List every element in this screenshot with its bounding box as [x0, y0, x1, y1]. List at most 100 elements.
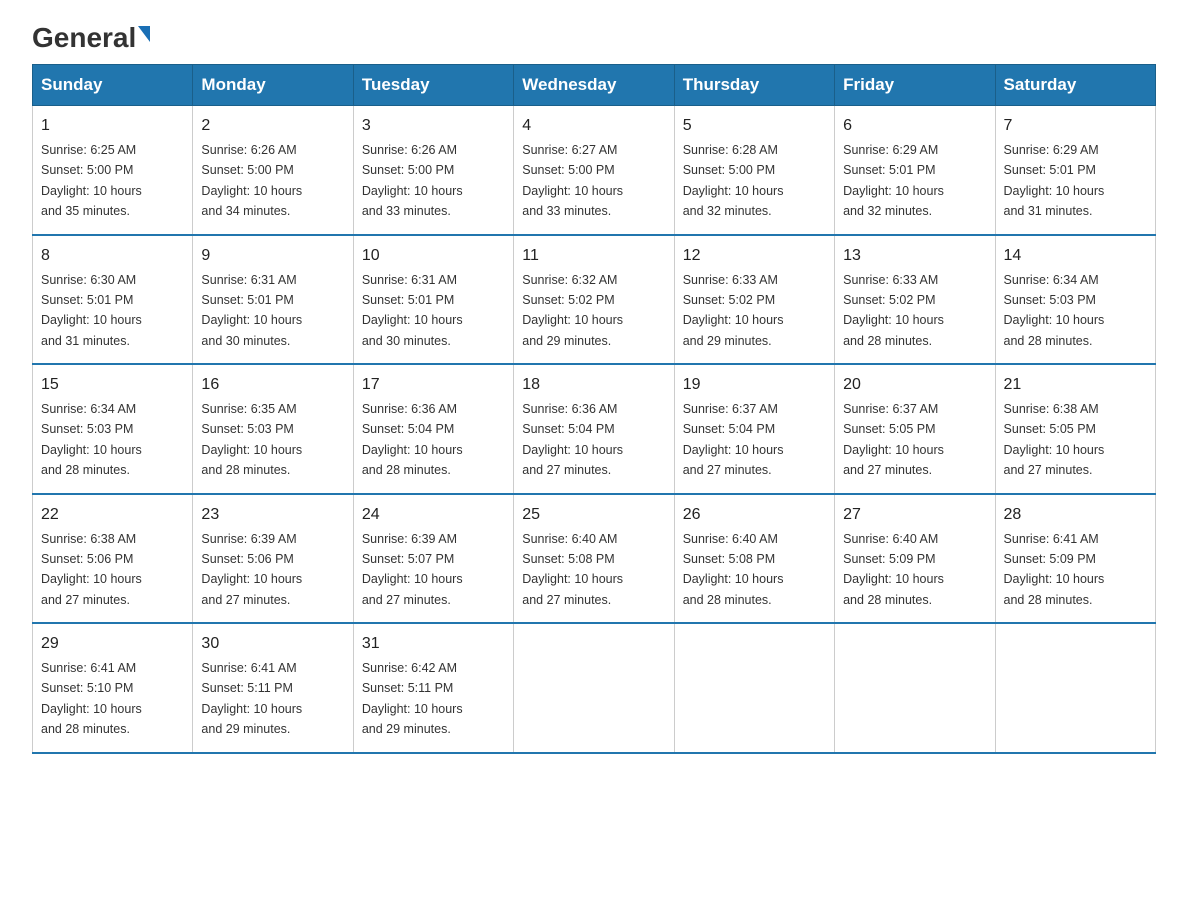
day-number: 18	[522, 373, 665, 397]
day-cell: 24 Sunrise: 6:39 AMSunset: 5:07 PMDaylig…	[353, 494, 513, 624]
header-cell-thursday: Thursday	[674, 65, 834, 106]
day-info: Sunrise: 6:26 AMSunset: 5:00 PMDaylight:…	[201, 143, 302, 218]
day-cell	[674, 623, 834, 753]
day-number: 22	[41, 503, 184, 527]
day-number: 28	[1004, 503, 1147, 527]
day-number: 16	[201, 373, 344, 397]
header-cell-tuesday: Tuesday	[353, 65, 513, 106]
day-info: Sunrise: 6:39 AMSunset: 5:07 PMDaylight:…	[362, 532, 463, 607]
day-cell: 17 Sunrise: 6:36 AMSunset: 5:04 PMDaylig…	[353, 364, 513, 494]
day-number: 7	[1004, 114, 1147, 138]
day-cell: 8 Sunrise: 6:30 AMSunset: 5:01 PMDayligh…	[33, 235, 193, 365]
day-number: 23	[201, 503, 344, 527]
day-cell: 1 Sunrise: 6:25 AMSunset: 5:00 PMDayligh…	[33, 106, 193, 235]
day-cell: 3 Sunrise: 6:26 AMSunset: 5:00 PMDayligh…	[353, 106, 513, 235]
day-info: Sunrise: 6:28 AMSunset: 5:00 PMDaylight:…	[683, 143, 784, 218]
day-info: Sunrise: 6:41 AMSunset: 5:09 PMDaylight:…	[1004, 532, 1105, 607]
day-cell	[514, 623, 674, 753]
day-info: Sunrise: 6:40 AMSunset: 5:08 PMDaylight:…	[522, 532, 623, 607]
day-number: 14	[1004, 244, 1147, 268]
day-cell: 11 Sunrise: 6:32 AMSunset: 5:02 PMDaylig…	[514, 235, 674, 365]
day-cell: 26 Sunrise: 6:40 AMSunset: 5:08 PMDaylig…	[674, 494, 834, 624]
day-cell: 2 Sunrise: 6:26 AMSunset: 5:00 PMDayligh…	[193, 106, 353, 235]
day-info: Sunrise: 6:33 AMSunset: 5:02 PMDaylight:…	[843, 273, 944, 348]
day-number: 2	[201, 114, 344, 138]
header-cell-monday: Monday	[193, 65, 353, 106]
day-info: Sunrise: 6:32 AMSunset: 5:02 PMDaylight:…	[522, 273, 623, 348]
day-info: Sunrise: 6:35 AMSunset: 5:03 PMDaylight:…	[201, 402, 302, 477]
day-info: Sunrise: 6:25 AMSunset: 5:00 PMDaylight:…	[41, 143, 142, 218]
day-info: Sunrise: 6:37 AMSunset: 5:05 PMDaylight:…	[843, 402, 944, 477]
day-info: Sunrise: 6:30 AMSunset: 5:01 PMDaylight:…	[41, 273, 142, 348]
day-number: 13	[843, 244, 986, 268]
day-info: Sunrise: 6:29 AMSunset: 5:01 PMDaylight:…	[843, 143, 944, 218]
day-cell: 10 Sunrise: 6:31 AMSunset: 5:01 PMDaylig…	[353, 235, 513, 365]
calendar-body: 1 Sunrise: 6:25 AMSunset: 5:00 PMDayligh…	[33, 106, 1156, 753]
logo: General	[32, 24, 150, 48]
day-number: 6	[843, 114, 986, 138]
day-info: Sunrise: 6:31 AMSunset: 5:01 PMDaylight:…	[201, 273, 302, 348]
week-row-2: 8 Sunrise: 6:30 AMSunset: 5:01 PMDayligh…	[33, 235, 1156, 365]
week-row-1: 1 Sunrise: 6:25 AMSunset: 5:00 PMDayligh…	[33, 106, 1156, 235]
header-cell-friday: Friday	[835, 65, 995, 106]
day-cell	[835, 623, 995, 753]
day-cell: 12 Sunrise: 6:33 AMSunset: 5:02 PMDaylig…	[674, 235, 834, 365]
day-number: 17	[362, 373, 505, 397]
day-cell: 14 Sunrise: 6:34 AMSunset: 5:03 PMDaylig…	[995, 235, 1155, 365]
header-cell-saturday: Saturday	[995, 65, 1155, 106]
day-cell: 28 Sunrise: 6:41 AMSunset: 5:09 PMDaylig…	[995, 494, 1155, 624]
day-number: 8	[41, 244, 184, 268]
day-cell: 13 Sunrise: 6:33 AMSunset: 5:02 PMDaylig…	[835, 235, 995, 365]
day-cell: 23 Sunrise: 6:39 AMSunset: 5:06 PMDaylig…	[193, 494, 353, 624]
day-cell: 25 Sunrise: 6:40 AMSunset: 5:08 PMDaylig…	[514, 494, 674, 624]
page-header: General	[32, 24, 1156, 48]
day-cell: 20 Sunrise: 6:37 AMSunset: 5:05 PMDaylig…	[835, 364, 995, 494]
calendar-header: SundayMondayTuesdayWednesdayThursdayFrid…	[33, 65, 1156, 106]
day-cell: 19 Sunrise: 6:37 AMSunset: 5:04 PMDaylig…	[674, 364, 834, 494]
day-info: Sunrise: 6:27 AMSunset: 5:00 PMDaylight:…	[522, 143, 623, 218]
day-cell: 31 Sunrise: 6:42 AMSunset: 5:11 PMDaylig…	[353, 623, 513, 753]
day-info: Sunrise: 6:40 AMSunset: 5:08 PMDaylight:…	[683, 532, 784, 607]
day-number: 24	[362, 503, 505, 527]
day-info: Sunrise: 6:38 AMSunset: 5:05 PMDaylight:…	[1004, 402, 1105, 477]
day-cell: 4 Sunrise: 6:27 AMSunset: 5:00 PMDayligh…	[514, 106, 674, 235]
day-number: 1	[41, 114, 184, 138]
day-cell: 9 Sunrise: 6:31 AMSunset: 5:01 PMDayligh…	[193, 235, 353, 365]
day-number: 25	[522, 503, 665, 527]
week-row-5: 29 Sunrise: 6:41 AMSunset: 5:10 PMDaylig…	[33, 623, 1156, 753]
day-cell: 7 Sunrise: 6:29 AMSunset: 5:01 PMDayligh…	[995, 106, 1155, 235]
week-row-4: 22 Sunrise: 6:38 AMSunset: 5:06 PMDaylig…	[33, 494, 1156, 624]
day-info: Sunrise: 6:31 AMSunset: 5:01 PMDaylight:…	[362, 273, 463, 348]
week-row-3: 15 Sunrise: 6:34 AMSunset: 5:03 PMDaylig…	[33, 364, 1156, 494]
day-info: Sunrise: 6:41 AMSunset: 5:11 PMDaylight:…	[201, 661, 302, 736]
day-info: Sunrise: 6:42 AMSunset: 5:11 PMDaylight:…	[362, 661, 463, 736]
header-cell-wednesday: Wednesday	[514, 65, 674, 106]
day-info: Sunrise: 6:34 AMSunset: 5:03 PMDaylight:…	[41, 402, 142, 477]
day-cell	[995, 623, 1155, 753]
day-info: Sunrise: 6:36 AMSunset: 5:04 PMDaylight:…	[362, 402, 463, 477]
day-number: 27	[843, 503, 986, 527]
day-number: 31	[362, 632, 505, 656]
day-cell: 16 Sunrise: 6:35 AMSunset: 5:03 PMDaylig…	[193, 364, 353, 494]
day-number: 12	[683, 244, 826, 268]
day-number: 19	[683, 373, 826, 397]
logo-text: General	[32, 24, 150, 52]
day-info: Sunrise: 6:38 AMSunset: 5:06 PMDaylight:…	[41, 532, 142, 607]
day-number: 5	[683, 114, 826, 138]
day-info: Sunrise: 6:37 AMSunset: 5:04 PMDaylight:…	[683, 402, 784, 477]
day-number: 9	[201, 244, 344, 268]
day-info: Sunrise: 6:29 AMSunset: 5:01 PMDaylight:…	[1004, 143, 1105, 218]
day-number: 20	[843, 373, 986, 397]
day-number: 15	[41, 373, 184, 397]
day-info: Sunrise: 6:40 AMSunset: 5:09 PMDaylight:…	[843, 532, 944, 607]
day-cell: 5 Sunrise: 6:28 AMSunset: 5:00 PMDayligh…	[674, 106, 834, 235]
day-info: Sunrise: 6:41 AMSunset: 5:10 PMDaylight:…	[41, 661, 142, 736]
day-cell: 21 Sunrise: 6:38 AMSunset: 5:05 PMDaylig…	[995, 364, 1155, 494]
day-number: 10	[362, 244, 505, 268]
day-number: 21	[1004, 373, 1147, 397]
day-cell: 29 Sunrise: 6:41 AMSunset: 5:10 PMDaylig…	[33, 623, 193, 753]
day-info: Sunrise: 6:36 AMSunset: 5:04 PMDaylight:…	[522, 402, 623, 477]
day-number: 29	[41, 632, 184, 656]
header-cell-sunday: Sunday	[33, 65, 193, 106]
day-info: Sunrise: 6:39 AMSunset: 5:06 PMDaylight:…	[201, 532, 302, 607]
